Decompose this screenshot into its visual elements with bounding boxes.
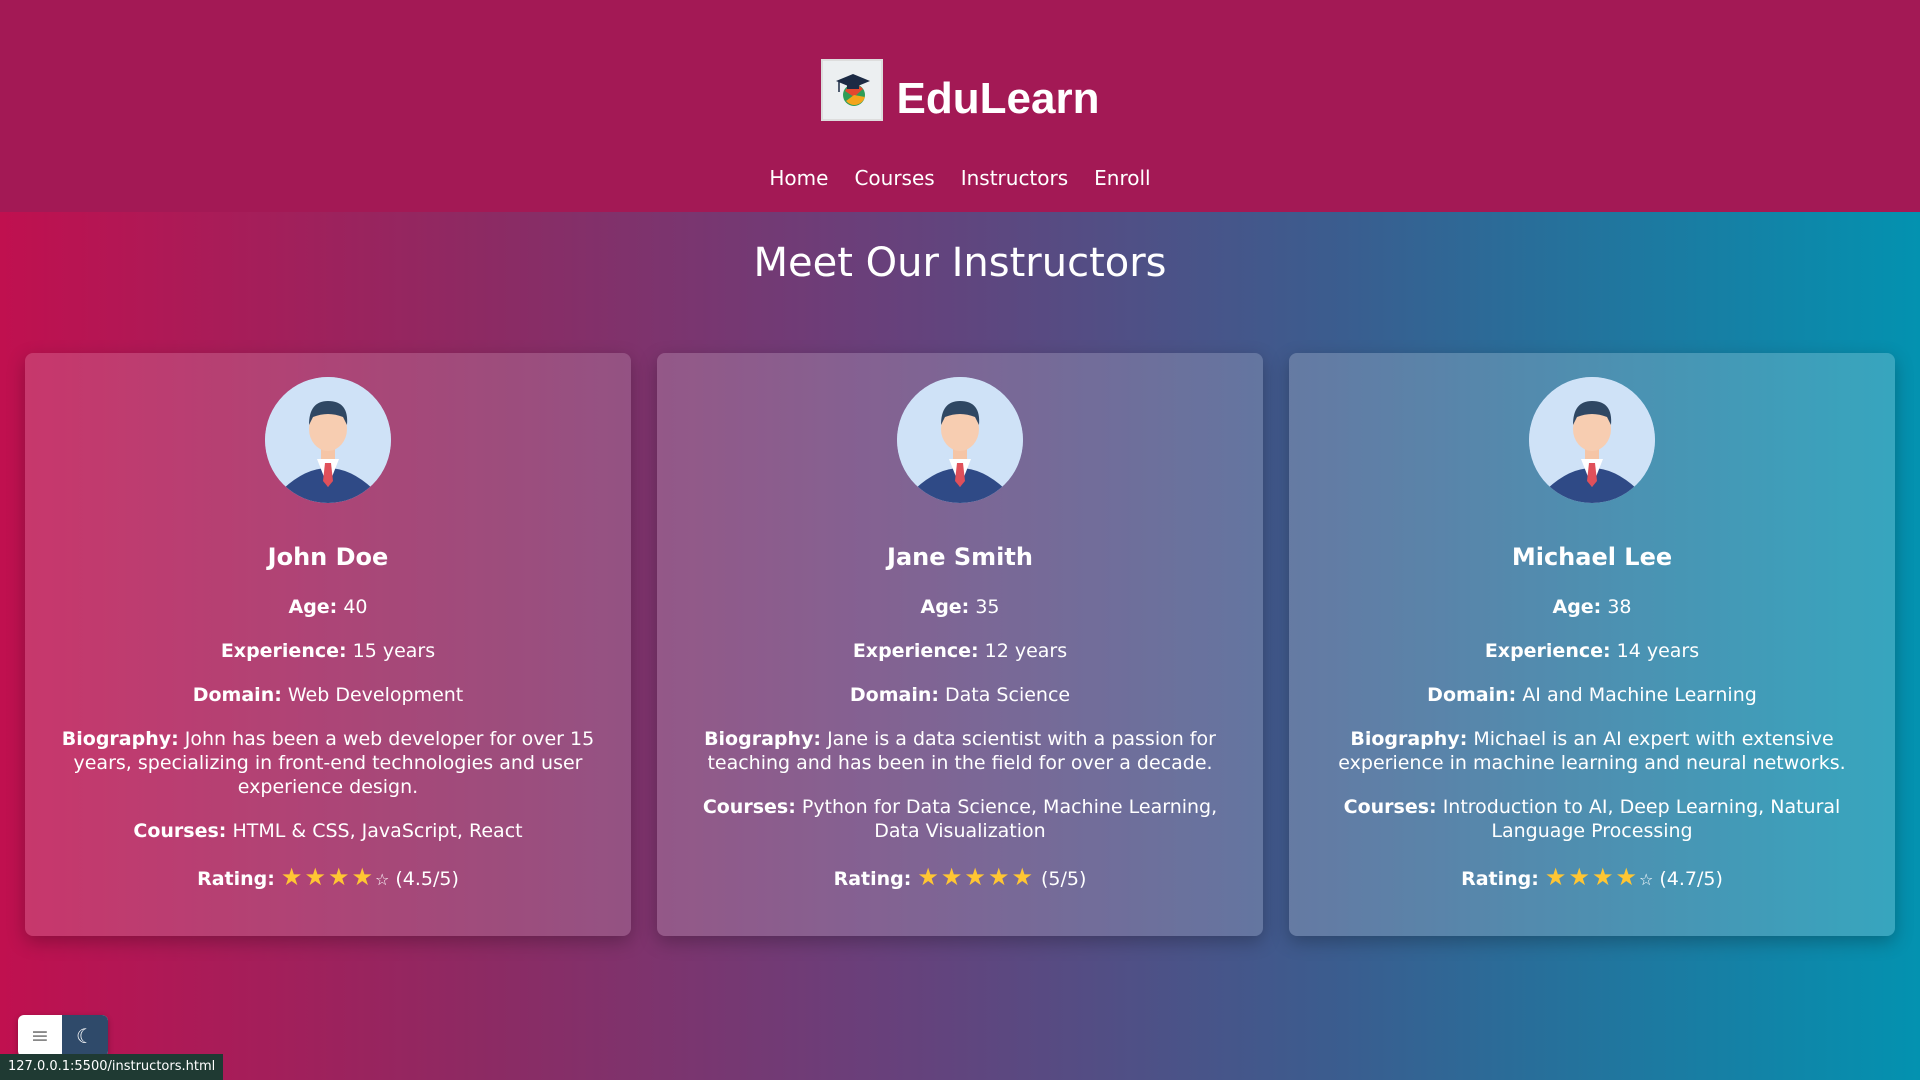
star-icon: ★ [1591, 863, 1616, 891]
moon-icon[interactable]: ☾ [62, 1015, 108, 1057]
hamburger-icon[interactable]: ≡ [18, 1015, 62, 1057]
instructor-experience: Experience: 14 years [1484, 640, 1700, 662]
star-rating: ★★★★★ [917, 863, 1041, 891]
star-icon: ★ [917, 863, 941, 891]
status-bar-url: 127.0.0.1:5500/instructors.html [0, 1054, 224, 1080]
instructor-courses: Courses: Introduction to AI, Deep Learni… [1343, 796, 1841, 842]
instructor-name: Michael Lee [1511, 543, 1673, 571]
instructor-card: Michael Lee Age: 38 Experience: 14 years… [1289, 353, 1895, 936]
star-rating: ★★★★☆ [281, 863, 395, 891]
instructor-courses: Courses: Python for Data Science, Machin… [702, 796, 1218, 842]
star-icon: ★ [351, 863, 375, 891]
main-nav: Home Courses Instructors Enroll [0, 166, 1920, 190]
nav-enroll[interactable]: Enroll [1094, 166, 1150, 190]
instructor-age: Age: 40 [288, 596, 368, 618]
theme-toggle[interactable]: ≡ ☾ [18, 1015, 108, 1057]
brand: EduLearn [0, 56, 1920, 124]
star-rating: ★★★★☆ [1545, 863, 1659, 891]
instructor-domain: Domain: AI and Machine Learning [1427, 684, 1757, 706]
avatar [265, 377, 391, 503]
brand-title: EduLearn [896, 74, 1100, 123]
star-icon: ★ [1544, 863, 1569, 891]
instructor-card: Jane Smith Age: 35 Experience: 12 years … [657, 353, 1263, 936]
nav-instructors[interactable]: Instructors [961, 166, 1068, 190]
star-icon: ★ [1568, 863, 1592, 891]
instructor-domain: Domain: Data Science [849, 684, 1071, 706]
instructor-card: John Doe Age: 40 Experience: 15 years Do… [25, 353, 631, 936]
site-header: EduLearn Home Courses Instructors Enroll [0, 0, 1920, 212]
instructor-experience: Experience: 12 years [852, 640, 1068, 662]
nav-home[interactable]: Home [769, 166, 828, 190]
star-icon: ★ [987, 863, 1012, 891]
instructor-rating: Rating: ★★★★☆ (4.7/5) [1461, 863, 1723, 891]
star-icon: ★ [1615, 863, 1639, 891]
star-outline-icon: ☆ [374, 870, 390, 889]
star-icon: ★ [280, 863, 305, 891]
page-title: Meet Our Instructors [753, 240, 1167, 286]
instructor-name: Jane Smith [887, 543, 1033, 571]
instructor-rating: Rating: ★★★★★ (5/5) [833, 863, 1087, 891]
instructor-domain: Domain: Web Development [192, 684, 464, 706]
instructor-biography: Biography: John has been a web developer… [61, 728, 595, 798]
star-icon: ★ [1011, 863, 1035, 891]
star-icon: ★ [304, 863, 328, 891]
instructor-age: Age: 35 [920, 596, 1000, 618]
instructor-rating: Rating: ★★★★☆ (4.5/5) [197, 863, 459, 891]
instructor-experience: Experience: 15 years [220, 640, 436, 662]
star-icon: ★ [327, 863, 352, 891]
nav-courses[interactable]: Courses [854, 166, 934, 190]
star-icon: ★ [940, 863, 965, 891]
instructor-biography: Biography: Jane is a data scientist with… [704, 728, 1216, 774]
avatar [1529, 377, 1655, 503]
instructor-name: John Doe [267, 543, 389, 571]
star-icon: ★ [964, 863, 988, 891]
star-outline-icon: ☆ [1638, 870, 1654, 889]
avatar [897, 377, 1023, 503]
instructor-age: Age: 38 [1552, 596, 1632, 618]
instructor-biography: Biography: Michael is an AI expert with … [1338, 728, 1846, 774]
graduation-cap-globe-icon[interactable] [820, 59, 883, 121]
instructor-courses: Courses: HTML & CSS, JavaScript, React [133, 820, 523, 842]
